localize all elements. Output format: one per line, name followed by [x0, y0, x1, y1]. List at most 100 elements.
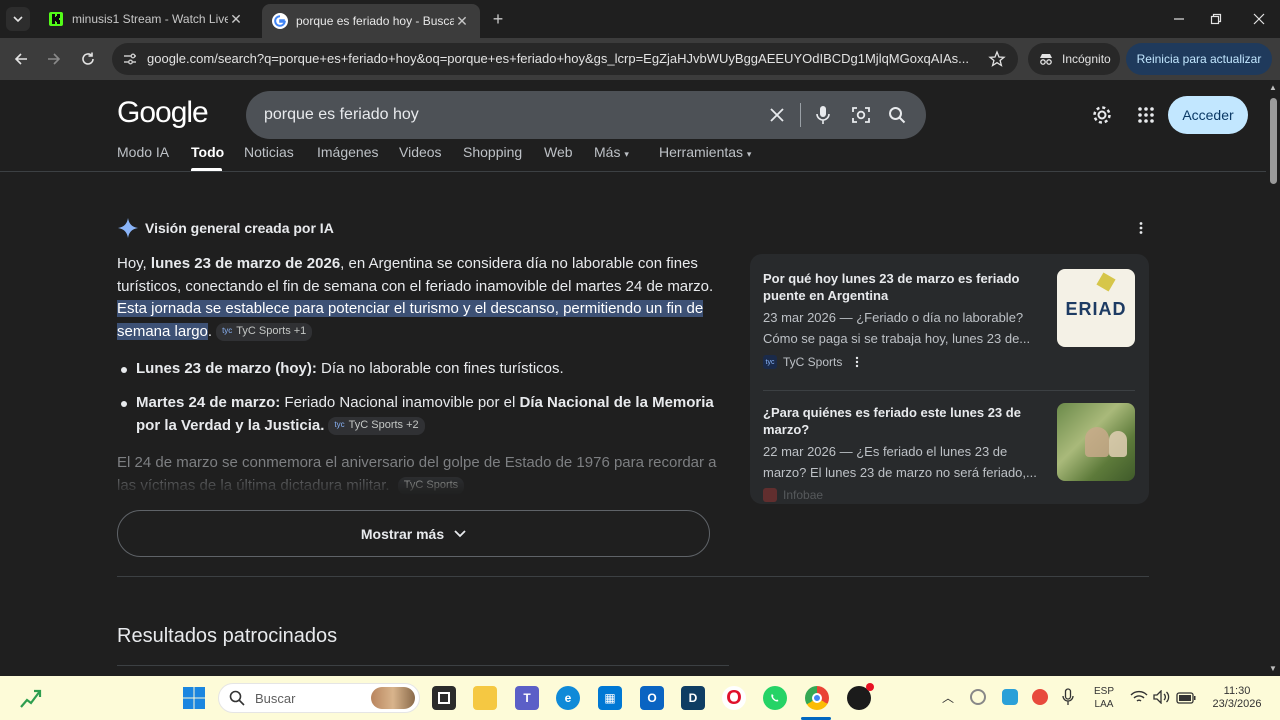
tab-search-button[interactable]	[6, 7, 30, 31]
chrome-center	[812, 693, 822, 703]
tab-imagenes[interactable]: Imágenes	[317, 144, 378, 160]
forward-button[interactable]	[43, 48, 65, 70]
relaunch-update-button[interactable]: Reinicia para actualizar	[1126, 43, 1272, 75]
search-icon[interactable]	[885, 103, 909, 127]
tray-app-icon[interactable]	[1002, 689, 1018, 705]
clear-search-icon[interactable]	[765, 103, 789, 127]
source-thumbnail[interactable]: ERIAD	[1057, 269, 1135, 347]
source-chip[interactable]: TyC Sports	[397, 476, 465, 495]
minimize-button[interactable]	[1168, 8, 1190, 30]
source-site[interactable]: Infobae	[763, 488, 823, 502]
whatsapp-icon[interactable]	[763, 686, 787, 710]
scroll-up-icon[interactable]: ▲	[1269, 83, 1277, 92]
more-options-icon[interactable]	[854, 356, 860, 368]
new-tab-button[interactable]: +	[488, 9, 508, 29]
more-options-icon[interactable]	[1136, 221, 1146, 240]
edge-icon[interactable]: e	[556, 686, 580, 710]
search-results-page: Google porque es feriado hoy Acceder Mod…	[0, 80, 1266, 676]
tab-noticias[interactable]: Noticias	[244, 144, 294, 160]
tab-mas[interactable]: Más ▾	[594, 144, 629, 160]
faded-paragraph: El 24 de marzo se conmemora el aniversar…	[117, 452, 717, 496]
reload-icon	[82, 52, 94, 65]
input-language[interactable]: ESP LAA	[1090, 685, 1118, 711]
site-info-icon[interactable]	[122, 51, 138, 72]
ai-overview-paragraph: Hoy, lunes 23 de marzo de 2026, en Argen…	[117, 253, 717, 343]
bullet-text: Día no laborable con fines turísticos.	[316, 360, 564, 377]
back-button[interactable]	[10, 48, 32, 70]
tray-app-icon[interactable]	[970, 689, 986, 705]
highlighted-text[interactable]: Esta jornada se establece para potenciar…	[117, 300, 704, 340]
chevron-up-icon[interactable]: ︿	[942, 689, 954, 706]
incognito-label: Incógnito	[1062, 52, 1111, 66]
incognito-indicator[interactable]: Incógnito	[1028, 43, 1120, 75]
scroll-down-icon[interactable]: ▼	[1269, 664, 1277, 673]
bookmark-star-icon[interactable]	[988, 50, 1006, 73]
disney-plus-icon[interactable]: D	[681, 686, 705, 710]
show-more-label: Mostrar más	[360, 525, 445, 542]
outlook-icon[interactable]: O	[640, 686, 664, 710]
microphone-icon[interactable]	[1062, 688, 1074, 711]
tab-mas-label: Más	[594, 144, 621, 160]
close-window-button[interactable]	[1248, 8, 1270, 30]
page-scrollbar[interactable]: ▲ ▼	[1266, 80, 1280, 676]
source-chip[interactable]: tyc TyC Sports +2	[328, 416, 425, 435]
section-divider	[117, 576, 1149, 577]
source-snippet: 22 mar 2026 — ¿Es feriado el lunes 23 de…	[763, 444, 1037, 480]
tab-herramientas[interactable]: Herramientas ▾	[659, 144, 751, 160]
header-divider	[0, 171, 1266, 172]
browser-tab-google[interactable]: porque es feriado hoy - Buscar ✕	[262, 4, 480, 38]
tab-modo-ia[interactable]: Modo IA	[117, 144, 169, 160]
sponsored-heading: Resultados patrocinados	[117, 625, 338, 647]
volume-icon[interactable]	[1153, 689, 1171, 709]
source-thumbnail[interactable]	[1057, 403, 1135, 481]
source-title[interactable]: Por qué hoy lunes 23 de marzo es feriado…	[763, 270, 1043, 304]
kick-icon	[48, 11, 64, 27]
obs-icon[interactable]	[847, 683, 874, 710]
reload-button[interactable]	[77, 48, 99, 70]
browser-tab-kick[interactable]: minusis1 Stream - Watch Live o ✕	[38, 4, 254, 34]
stocks-widget-icon[interactable]	[20, 687, 42, 714]
close-tab-icon[interactable]: ✕	[228, 11, 244, 27]
windows-start-icon[interactable]	[182, 686, 206, 715]
settings-gear-icon[interactable]	[1091, 104, 1113, 131]
wifi-icon[interactable]	[1130, 690, 1148, 709]
show-more-button[interactable]: Mostrar más	[117, 510, 710, 557]
search-divider	[800, 103, 801, 127]
scrollbar-thumb[interactable]	[1270, 98, 1277, 184]
thumbnail-decoration	[1096, 272, 1116, 292]
lens-camera-icon[interactable]	[849, 103, 873, 127]
bullet-tuesday: Martes 24 de marzo: Feriado Nacional ina…	[136, 392, 716, 437]
microphone-icon[interactable]	[811, 103, 835, 127]
tab-shopping[interactable]: Shopping	[463, 144, 522, 160]
source-site[interactable]: tyc TyC Sports	[763, 355, 860, 369]
thumbnail-text: ERIAD	[1065, 299, 1127, 319]
bullet-label: Martes 24 de marzo:	[136, 394, 281, 411]
tab-web[interactable]: Web	[544, 144, 573, 160]
tab-videos[interactable]: Videos	[399, 144, 442, 160]
restore-button[interactable]	[1205, 8, 1227, 30]
clock-time: 11:30	[1223, 685, 1251, 697]
tray-app-icon[interactable]	[1032, 689, 1048, 705]
apps-grid-icon[interactable]	[1137, 106, 1155, 129]
address-bar[interactable]: google.com/search?q=porque+es+feriado+ho…	[112, 43, 1018, 75]
tab-todo[interactable]: Todo	[191, 144, 224, 160]
source-title[interactable]: ¿Para quiénes es feriado este lunes 23 d…	[763, 404, 1043, 438]
chrome-icon[interactable]	[805, 686, 829, 710]
sign-in-button[interactable]: Acceder	[1168, 96, 1248, 134]
file-explorer-icon[interactable]	[473, 686, 497, 710]
close-tab-icon[interactable]: ✕	[454, 13, 470, 29]
taskbar-search[interactable]: Buscar	[218, 683, 420, 713]
tyc-logo-icon: tyc	[763, 355, 777, 369]
clock[interactable]: 11:30 23/3/2026	[1204, 685, 1270, 711]
teams-icon[interactable]: T	[515, 686, 539, 710]
opera-icon[interactable]: O	[722, 686, 746, 710]
incognito-icon	[1038, 51, 1054, 67]
tab-herramientas-label: Herramientas	[659, 144, 744, 160]
search-box[interactable]: porque es feriado hoy	[246, 91, 926, 139]
source-chip[interactable]: tyc TyC Sports +1	[216, 322, 313, 341]
battery-icon[interactable]	[1176, 691, 1196, 709]
microsoft-store-icon[interactable]: ▦	[598, 686, 622, 710]
task-view-icon[interactable]	[432, 686, 456, 710]
google-logo[interactable]: Google	[117, 96, 209, 130]
search-query[interactable]: porque es feriado hoy	[264, 106, 419, 124]
